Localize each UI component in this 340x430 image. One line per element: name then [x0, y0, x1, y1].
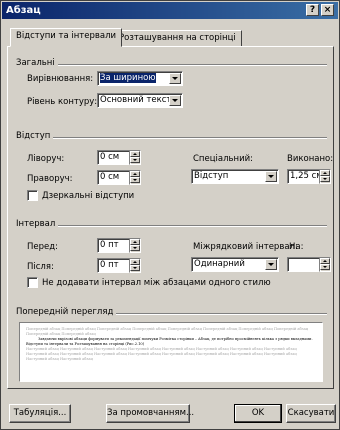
preview-current-paragraph: Завдаючи вкрізові абзаци формувати за ре… [26, 337, 313, 346]
line-spacing-at-label: На: [289, 242, 304, 252]
indent-right-label: Праворуч: [27, 174, 73, 184]
set-as-default-button[interactable]: За промовчанням... [106, 404, 194, 423]
special-indent-select[interactable]: Відступ [191, 169, 279, 184]
spacing-before-label: Перед: [27, 242, 58, 252]
indent-by-label: Виконано: [287, 154, 334, 164]
spacing-after-value: 0 пт [100, 260, 119, 270]
chevron-down-icon[interactable] [169, 73, 181, 84]
spin-down-icon[interactable] [320, 264, 330, 270]
indent-by-input[interactable]: 1,25 см [287, 169, 321, 184]
spacing-before-spinner[interactable] [129, 238, 141, 253]
mirror-indents-checkbox[interactable] [27, 190, 38, 201]
indent-left-label: Ліворуч: [27, 154, 65, 164]
preview-previous-paragraph: Попередній абзац Попередній абзац Попере… [26, 327, 309, 336]
title-bar[interactable]: Абзац ? × [2, 2, 338, 19]
chevron-down-icon[interactable] [169, 95, 181, 106]
spin-down-icon[interactable] [130, 265, 140, 271]
tab-label: Відступи та інтервали [16, 31, 117, 41]
indent-by-value: 1,25 см [290, 171, 321, 181]
line-spacing-value: Одинарний [194, 259, 245, 269]
no-space-same-style-checkbox[interactable] [27, 277, 38, 288]
indent-right-spinner[interactable] [129, 170, 141, 185]
tab-line-page-breaks[interactable]: Розташування на сторінці [113, 30, 242, 47]
spacing-before-input[interactable]: 0 пт [97, 238, 131, 253]
section-divider [49, 225, 327, 227]
line-spacing-at-spinner[interactable] [319, 257, 331, 272]
section-divider [103, 313, 327, 315]
special-indent-label: Спеціальний: [193, 154, 253, 164]
spin-down-icon[interactable] [320, 176, 330, 182]
spacing-after-input[interactable]: 0 пт [97, 258, 131, 273]
indent-left-spinner[interactable] [129, 150, 141, 165]
line-spacing-at-input[interactable] [287, 257, 321, 272]
cancel-button[interactable]: Скасувати [286, 404, 336, 423]
spacing-after-label: Після: [27, 262, 54, 272]
spacing-section-title: Інтервал [16, 219, 59, 229]
tabs-button[interactable]: Табуляція... [9, 404, 71, 423]
section-divider [49, 64, 327, 66]
alignment-label: Вирівнювання: [27, 74, 94, 84]
close-button[interactable]: × [321, 4, 334, 16]
indent-left-input[interactable]: 0 см [97, 150, 131, 165]
ok-button[interactable]: OK [234, 404, 282, 423]
indent-right-value: 0 см [100, 172, 120, 182]
indent-section-title: Відступ [16, 131, 54, 141]
chevron-down-icon[interactable] [265, 259, 277, 270]
outline-level-select[interactable]: Основний текст [97, 93, 183, 108]
spin-down-icon[interactable] [130, 245, 140, 251]
alignment-value: За шириною [100, 73, 156, 83]
tab-indents-spacing[interactable]: Відступи та інтервали [10, 28, 123, 47]
window-title: Абзац [6, 5, 41, 16]
indent-by-spinner[interactable] [319, 169, 331, 184]
spacing-after-spinner[interactable] [129, 258, 141, 273]
section-divider [43, 137, 327, 139]
chevron-down-icon[interactable] [265, 171, 277, 182]
line-spacing-label: Міжрядковий інтервал: [193, 242, 298, 252]
line-spacing-select[interactable]: Одинарний [191, 257, 279, 272]
alignment-select[interactable]: За шириною [97, 71, 183, 86]
no-space-same-style-label[interactable]: Не додавати інтервал між абзацами одного… [42, 278, 271, 288]
tab-label: Розташування на сторінці [119, 33, 236, 43]
outline-level-label: Рівень контуру: [27, 97, 98, 107]
indent-left-value: 0 см [100, 152, 120, 162]
help-button[interactable]: ? [306, 4, 319, 16]
indent-right-input[interactable]: 0 см [97, 170, 131, 185]
spacing-before-value: 0 пт [100, 240, 119, 250]
special-indent-value: Відступ [194, 171, 229, 181]
spin-down-icon[interactable] [130, 177, 140, 183]
outline-level-value: Основний текст [100, 95, 172, 105]
general-section-title: Загальні [16, 58, 58, 68]
preview-box: Попередній абзац Попередній абзац Попере… [19, 322, 323, 382]
preview-section-title: Попередній перегляд [16, 307, 117, 317]
preview-next-paragraph: Наступний абзац Наступний абзац Наступни… [26, 347, 297, 361]
mirror-indents-label[interactable]: Дзеркальні відступи [42, 191, 134, 201]
spin-down-icon[interactable] [130, 157, 140, 163]
paragraph-dialog: Абзац ? × Відступи та інтервали Розташув… [0, 0, 340, 430]
